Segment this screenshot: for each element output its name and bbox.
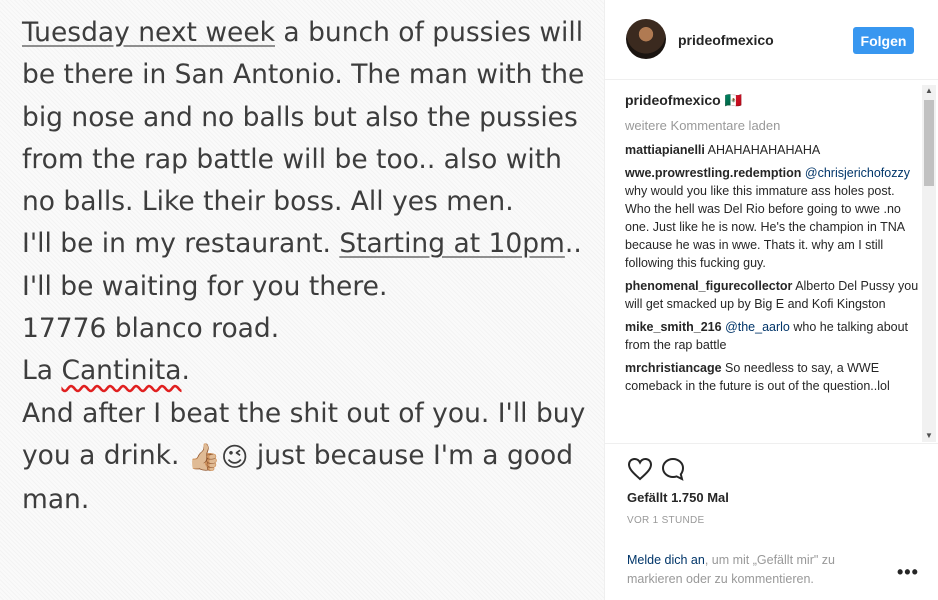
post-text-underlined: Tuesday next week	[22, 17, 275, 48]
post-header: prideofmexico Folgen	[605, 0, 938, 80]
comment-item: mrchristiancage So needless to say, a WW…	[625, 359, 919, 395]
caption-text: 🇲🇽	[720, 92, 743, 108]
post-actions: Gefällt 1.750 Mal VOR 1 STUNDE Melde dic…	[605, 443, 938, 586]
comment-icon[interactable]	[661, 457, 685, 481]
comment-username[interactable]: mike_smith_216	[625, 320, 722, 334]
post-text-line: a bunch of pussies will	[275, 17, 584, 48]
comments-scrollbar[interactable]: ▲ ▼	[922, 85, 936, 442]
post-text-line: from the rap battle will be too.. also w…	[22, 143, 562, 175]
more-options-icon[interactable]: •••	[897, 562, 919, 583]
comment-text: why would you like this immature ass hol…	[625, 184, 905, 270]
post-image-text: Tuesday next week a bunch of pussies wil…	[22, 12, 602, 522]
scroll-down-arrow-icon[interactable]: ▼	[922, 430, 936, 442]
comment-list: prideofmexico 🇲🇽 weitere Kommentare lade…	[625, 87, 919, 443]
post-text-line: I'll be in my restaurant.	[22, 228, 340, 260]
post-caption: prideofmexico 🇲🇽	[625, 91, 919, 109]
post-text-misspelled: Cantinita	[61, 355, 182, 387]
comment-username[interactable]: phenomenal_figurecollector	[625, 279, 792, 293]
scrollbar-thumb[interactable]	[924, 100, 934, 186]
post-text-line: And after I beat the shit out of you. I'…	[22, 397, 586, 429]
post-text-line: no balls. Like their boss. All yes men.	[22, 186, 514, 218]
caption-username[interactable]: prideofmexico	[625, 92, 721, 108]
post-text-underlined: Starting at 10pm	[339, 228, 565, 260]
heart-icon[interactable]	[627, 457, 653, 481]
post-text-line: you a drink.	[22, 439, 188, 471]
comment-username[interactable]: wwe.prowrestling.redemption	[625, 166, 801, 180]
comment-mention[interactable]: @the_aarlo	[722, 320, 790, 334]
post-text-line: La	[22, 355, 62, 387]
login-link[interactable]: Melde dich an	[627, 553, 705, 567]
comment-mention[interactable]: @chrisjerichofozzy	[801, 166, 910, 180]
scroll-up-arrow-icon[interactable]: ▲	[922, 85, 936, 97]
avatar[interactable]	[626, 19, 666, 59]
post-text-line: ..	[564, 228, 582, 260]
header-username[interactable]: prideofmexico	[678, 32, 774, 48]
post-text-line: just because I'm a good	[248, 439, 574, 471]
comment-username[interactable]: mattiapianelli	[625, 143, 705, 157]
post-text-line: .	[181, 355, 190, 387]
post-text-line: be there in San Antonio. The man with th…	[22, 59, 585, 91]
comment-text: AHAHAHAHAHAHA	[704, 143, 821, 157]
thumbs-up-icon: 👍🏼	[187, 441, 221, 473]
comment-item: mike_smith_216 @the_aarlo who he talking…	[625, 318, 919, 354]
post-sidebar: prideofmexico Folgen prideofmexico 🇲🇽 we…	[604, 0, 938, 600]
follow-button[interactable]: Folgen	[853, 27, 914, 54]
comment-item: wwe.prowrestling.redemption @chrisjerich…	[625, 164, 919, 272]
post-image: Tuesday next week a bunch of pussies wil…	[0, 0, 604, 600]
post-timestamp[interactable]: VOR 1 STUNDE	[627, 515, 705, 526]
comment-item: phenomenal_figurecollector Alberto Del P…	[625, 277, 919, 313]
post-text-line: I'll be waiting for you there.	[22, 270, 388, 302]
post-text-line: man.	[22, 484, 90, 516]
load-more-comments[interactable]: weitere Kommentare laden	[625, 117, 919, 135]
comment-username[interactable]: mrchristiancage	[625, 361, 722, 375]
wink-icon: 😉	[220, 441, 249, 473]
post-text-line: 17776 blanco road.	[22, 313, 280, 345]
post-text-line: big nose and no balls but also the pussi…	[22, 101, 578, 133]
comment-item: mattiapianelli AHAHAHAHAHAHA	[625, 141, 919, 159]
like-count[interactable]: Gefällt 1.750 Mal	[627, 490, 729, 505]
login-prompt: Melde dich an, um mit „Gefällt mir" zu m…	[627, 551, 887, 589]
